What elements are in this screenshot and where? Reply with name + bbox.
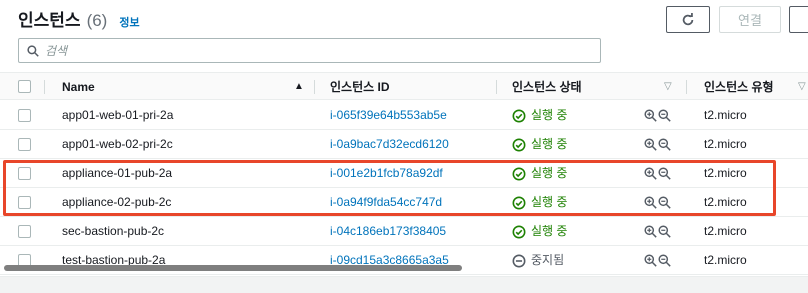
instance-type: t2.micro xyxy=(704,137,747,151)
table-header: Name ▲ 인스턴스 ID 인스턴스 상태 ▽ 인스턴스 유형 ▽ xyxy=(0,72,808,100)
instance-state-label: 실행 중 xyxy=(531,224,568,238)
row-checkbox[interactable] xyxy=(18,109,31,122)
instance-type: t2.micro xyxy=(704,108,747,122)
column-divider xyxy=(496,80,497,94)
instance-id-link[interactable]: i-001e2b1fcb78a92df xyxy=(330,159,443,188)
connect-button[interactable]: 연결 xyxy=(719,6,781,33)
refresh-button[interactable] xyxy=(666,6,710,33)
table-footer xyxy=(0,276,808,293)
table-row[interactable]: appliance-02-pub-2c i-0a94f9fda54cc747d 실행… xyxy=(0,188,808,217)
table-row[interactable]: app01-web-02-pri-2c i-0a9bac7d32ecd6120 실행… xyxy=(0,130,808,159)
row-checkbox[interactable] xyxy=(18,138,31,151)
instance-name: appliance-02-pub-2c xyxy=(62,195,172,209)
zoom-controls xyxy=(644,188,671,217)
instance-type: t2.micro xyxy=(704,253,747,267)
zoom-in-icon[interactable] xyxy=(644,109,657,122)
row-checkbox[interactable] xyxy=(18,196,31,209)
instance-type: t2.micro xyxy=(704,195,747,209)
zoom-out-icon[interactable] xyxy=(658,225,671,238)
zoom-out-icon[interactable] xyxy=(658,254,671,267)
instance-state-label: 중지됨 xyxy=(531,253,565,267)
column-divider xyxy=(314,80,315,94)
instance-state-label: 실행 중 xyxy=(531,195,568,209)
zoom-controls xyxy=(644,130,671,159)
status-stopped-icon xyxy=(512,254,526,267)
search-icon xyxy=(27,44,39,57)
instance-state: 실행 중 xyxy=(512,130,567,159)
instance-type: t2.micro xyxy=(704,224,747,238)
instance-id-link[interactable]: i-065f39e64b553ab5e xyxy=(330,101,447,130)
table-row[interactable]: sec-bastion-pub-2c i-04c186eb173f38405 실행 … xyxy=(0,217,808,246)
instance-state: 중지됨 xyxy=(512,246,564,275)
horizontal-scrollbar[interactable] xyxy=(4,265,462,271)
zoom-controls xyxy=(644,246,671,275)
instance-name: app01-web-02-pri-2c xyxy=(62,137,173,151)
column-header-state[interactable]: 인스턴스 상태 xyxy=(512,73,582,101)
instance-count: (6) xyxy=(86,11,108,30)
more-actions-button[interactable] xyxy=(789,6,808,33)
zoom-out-icon[interactable] xyxy=(658,167,671,180)
instance-name: app01-web-01-pri-2a xyxy=(62,108,174,122)
zoom-in-icon[interactable] xyxy=(644,254,657,267)
instance-state: 실행 중 xyxy=(512,101,567,130)
info-link[interactable]: 정보 xyxy=(119,14,139,30)
instance-id-link[interactable]: i-04c186eb173f38405 xyxy=(330,217,446,246)
instance-state-label: 실행 중 xyxy=(531,108,568,122)
column-divider xyxy=(686,80,687,94)
instance-name: sec-bastion-pub-2c xyxy=(62,224,165,238)
status-running-icon xyxy=(512,138,526,151)
zoom-out-icon[interactable] xyxy=(658,196,671,209)
status-running-icon xyxy=(512,167,526,180)
zoom-in-icon[interactable] xyxy=(644,167,657,180)
instance-id-link[interactable]: i-0a94f9fda54cc747d xyxy=(330,188,442,217)
zoom-controls xyxy=(644,159,671,188)
zoom-out-icon[interactable] xyxy=(658,138,671,151)
column-header-instance-id[interactable]: 인스턴스 ID xyxy=(330,73,390,101)
search-box[interactable] xyxy=(18,38,601,63)
row-checkbox[interactable] xyxy=(18,225,31,238)
row-checkbox[interactable] xyxy=(18,167,31,180)
instance-state: 실행 중 xyxy=(512,188,567,217)
sort-icon[interactable]: ▽ xyxy=(798,73,806,101)
page-header: 인스턴스 (6) 정보 xyxy=(18,6,140,30)
status-running-icon xyxy=(512,109,526,122)
sort-icon[interactable]: ▽ xyxy=(664,73,672,101)
status-running-icon xyxy=(512,196,526,209)
page-title: 인스턴스 xyxy=(18,11,81,30)
instance-state: 실행 중 xyxy=(512,217,567,246)
table-row[interactable]: app01-web-01-pri-2a i-065f39e64b553ab5e 실행… xyxy=(0,101,808,130)
column-divider xyxy=(44,80,45,94)
zoom-controls xyxy=(644,217,671,246)
column-header-name[interactable]: Name xyxy=(62,73,95,101)
zoom-in-icon[interactable] xyxy=(644,196,657,209)
zoom-in-icon[interactable] xyxy=(644,138,657,151)
instance-state-label: 실행 중 xyxy=(531,166,568,180)
instance-id-link[interactable]: i-0a9bac7d32ecd6120 xyxy=(330,130,449,159)
zoom-out-icon[interactable] xyxy=(658,109,671,122)
search-input[interactable] xyxy=(45,43,545,58)
column-header-type[interactable]: 인스턴스 유형 xyxy=(704,73,774,101)
instance-name: appliance-01-pub-2a xyxy=(62,166,173,180)
status-running-icon xyxy=(512,225,526,238)
refresh-icon xyxy=(682,12,694,25)
instance-state: 실행 중 xyxy=(512,159,567,188)
sort-ascending-icon[interactable]: ▲ xyxy=(294,73,304,101)
instance-type: t2.micro xyxy=(704,166,747,180)
instance-state-label: 실행 중 xyxy=(531,137,568,151)
table-row[interactable]: appliance-01-pub-2a i-001e2b1fcb78a92df 실행… xyxy=(0,159,808,188)
select-all-checkbox[interactable] xyxy=(18,80,31,93)
zoom-controls xyxy=(644,101,671,130)
zoom-in-icon[interactable] xyxy=(644,225,657,238)
